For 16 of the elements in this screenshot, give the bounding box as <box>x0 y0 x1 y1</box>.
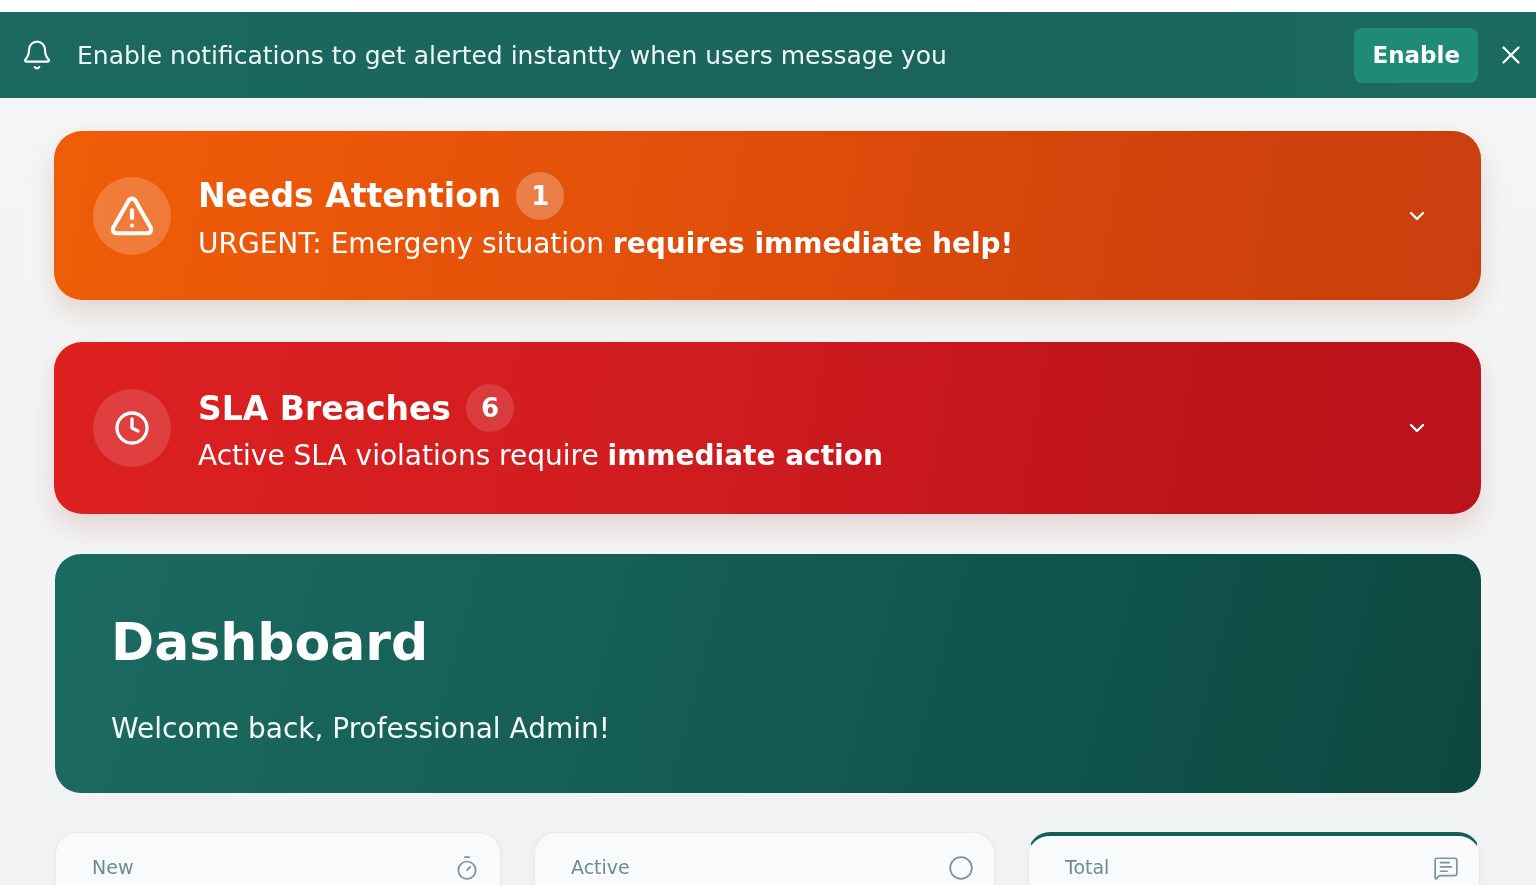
enable-button[interactable]: Enable <box>1354 27 1478 83</box>
alert-title: SLA Breaches <box>198 388 451 428</box>
alert-message: Active SLA violations require immediate action <box>198 439 884 473</box>
welcome-message: Welcome back, Professional Admin! <box>111 711 610 747</box>
stat-label: New <box>92 855 134 879</box>
stat-label: Total <box>1065 855 1110 879</box>
alert-message: URGENT: Emergeny situation requires immediate help! <box>198 226 1015 261</box>
circle-icon <box>948 855 974 881</box>
message-icon <box>1433 855 1459 881</box>
bell-icon <box>21 39 53 71</box>
notification-message: Enable notifications to get alerted instantty when users message you <box>77 40 948 70</box>
alert-title: Needs Attention <box>198 176 502 216</box>
count-badge: 1 <box>516 171 565 220</box>
dashboard-title: Dashboard <box>111 611 429 674</box>
stat-label: Active <box>571 855 630 879</box>
count-badge: 6 <box>466 384 514 433</box>
